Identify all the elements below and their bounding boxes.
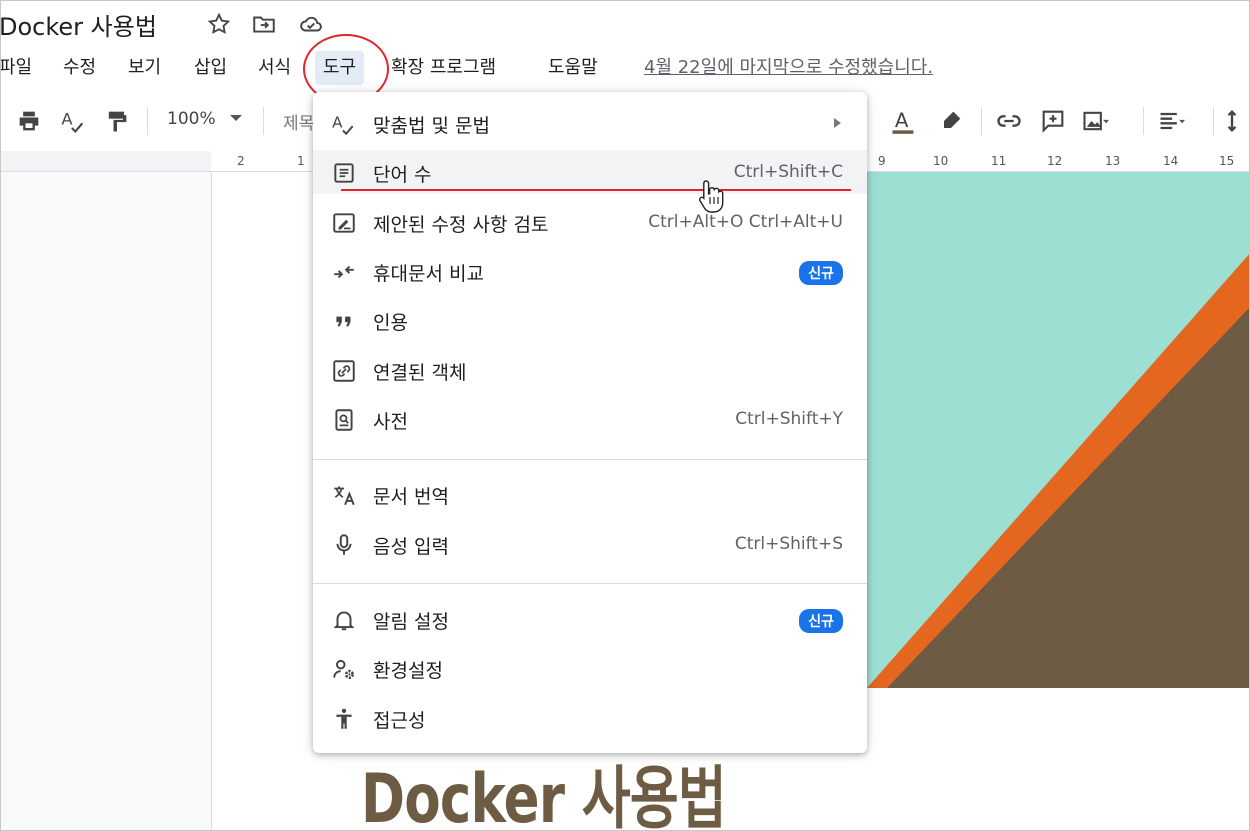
- menu-item-label: 인용: [373, 312, 408, 334]
- shortcut-hint: Ctrl+Shift+Y: [735, 409, 843, 429]
- ruler-number: 9: [878, 154, 886, 168]
- align-icon[interactable]: [1157, 107, 1185, 135]
- new-badge: 신규: [799, 609, 843, 633]
- quote-icon: [331, 308, 357, 334]
- svg-text:A: A: [895, 109, 909, 132]
- ruler-number: 12: [1047, 154, 1063, 168]
- insert-image-icon[interactable]: [1081, 107, 1109, 135]
- word-count-icon: [331, 160, 357, 186]
- compare-icon: [331, 259, 357, 285]
- menu-item-label: 휴대문서 비교: [373, 263, 484, 285]
- ruler-number: 15: [1219, 154, 1235, 168]
- new-badge: 신규: [799, 261, 843, 285]
- last-edit-link[interactable]: 4월 22일에 마지막으로 수정했습니다.: [644, 55, 933, 81]
- link-icon[interactable]: [995, 107, 1023, 135]
- cloud-saved-icon[interactable]: [298, 11, 324, 37]
- paragraph-style-select[interactable]: 제목: [283, 109, 314, 134]
- spellcheck-icon: A: [331, 111, 357, 137]
- star-icon[interactable]: [206, 11, 232, 37]
- menu-insert[interactable]: 삽입: [194, 55, 227, 81]
- ruler-number: 11: [991, 154, 1007, 168]
- paint-format-icon[interactable]: [103, 107, 131, 135]
- menu-item-label: 음성 입력: [373, 536, 449, 558]
- menu-item-label: 단어 수: [373, 164, 432, 186]
- menu-item-accessibility[interactable]: 접근성: [313, 696, 867, 740]
- menu-item-label: 사전: [373, 411, 408, 433]
- menu-item-label: 접근성: [373, 710, 426, 732]
- menu-extensions[interactable]: 확장 프로그램: [391, 55, 496, 81]
- document-title[interactable]: Docker 사용법: [1, 7, 157, 42]
- print-icon[interactable]: [15, 107, 43, 135]
- dictionary-icon: [331, 407, 357, 433]
- svg-text:A: A: [61, 110, 73, 129]
- menu-item-label: 제안된 수정 사항 검토: [373, 214, 549, 236]
- menu-item-compare-documents[interactable]: 휴대문서 비교 신규: [313, 249, 867, 293]
- menu-item-label: 환경설정: [373, 660, 443, 682]
- menu-item-word-count[interactable]: 단어 수 Ctrl+Shift+C: [313, 150, 867, 194]
- shortcut-hint: Ctrl+Shift+S: [734, 534, 843, 554]
- hand-cursor-icon: [699, 180, 724, 213]
- zoom-caret-icon[interactable]: [230, 115, 242, 121]
- highlight-icon[interactable]: [937, 107, 965, 135]
- svg-text:A: A: [332, 113, 343, 131]
- menu-item-label: 알림 설정: [373, 611, 449, 633]
- preferences-icon: [331, 656, 357, 682]
- menu-item-linked-objects[interactable]: 연결된 객체: [313, 348, 867, 392]
- menu-item-label: 맞춤법 및 문법: [373, 115, 490, 137]
- menu-divider: [313, 459, 867, 460]
- review-edits-icon: [331, 210, 357, 236]
- add-comment-icon[interactable]: [1039, 107, 1067, 135]
- menu-item-voice-typing[interactable]: 음성 입력 Ctrl+Shift+S: [313, 522, 867, 566]
- menu-item-notification-settings[interactable]: 알림 설정 신규: [313, 597, 867, 641]
- menu-item-preferences[interactable]: 환경설정: [313, 646, 867, 690]
- menu-item-translate-document[interactable]: 문서 번역: [313, 472, 867, 516]
- menu-format[interactable]: 서식: [258, 55, 291, 81]
- tools-menu: A 맞춤법 및 문법 단어 수 Ctrl+Shift+C 제안된 수정 사항 검…: [313, 92, 867, 753]
- shortcut-hint: Ctrl+Shift+C: [733, 162, 843, 182]
- menu-edit[interactable]: 수정: [63, 55, 96, 81]
- linked-object-icon: [331, 358, 357, 384]
- ruler-number: 1: [297, 154, 305, 168]
- ruler-number: 14: [1163, 154, 1179, 168]
- cover-image[interactable]: [867, 172, 1250, 688]
- line-spacing-icon[interactable]: [1225, 107, 1249, 135]
- translate-icon: [331, 482, 357, 508]
- menu-view[interactable]: 보기: [128, 55, 161, 81]
- move-folder-icon[interactable]: [251, 11, 277, 37]
- menu-help[interactable]: 도움말: [548, 55, 598, 81]
- menu-item-citations[interactable]: 인용: [313, 298, 867, 342]
- annotation-underline: [341, 189, 851, 191]
- menu-item-spelling-grammar[interactable]: A 맞춤법 및 문법: [313, 101, 867, 145]
- shortcut-hint: Ctrl+Alt+O Ctrl+Alt+U: [648, 212, 843, 232]
- menu-item-review-edits[interactable]: 제안된 수정 사항 검토 Ctrl+Alt+O Ctrl+Alt+U: [313, 200, 867, 244]
- menu-file[interactable]: 파일: [1, 55, 32, 81]
- bell-icon: [331, 607, 357, 633]
- menu-divider: [313, 583, 867, 584]
- ruler-number: 2: [237, 154, 245, 168]
- accessibility-icon: [331, 706, 357, 732]
- ruler-number: 10: [933, 154, 949, 168]
- menu-item-label: 연결된 객체: [373, 362, 467, 384]
- ruler-number: 13: [1105, 154, 1121, 168]
- document-heading[interactable]: Docker 사용법: [361, 743, 727, 830]
- zoom-select[interactable]: 100%: [167, 109, 216, 129]
- text-color-icon[interactable]: A: [889, 107, 917, 135]
- microphone-icon: [331, 532, 357, 558]
- menu-item-dictionary[interactable]: 사전 Ctrl+Shift+Y: [313, 397, 867, 441]
- spellcheck-icon[interactable]: A: [59, 107, 87, 135]
- menu-item-label: 문서 번역: [373, 486, 449, 508]
- submenu-arrow-icon: [834, 118, 841, 128]
- app-window: Docker 사용법 파일 수정 보기 삽입 서식 도구 확장 프로그램 도움말…: [0, 0, 1250, 831]
